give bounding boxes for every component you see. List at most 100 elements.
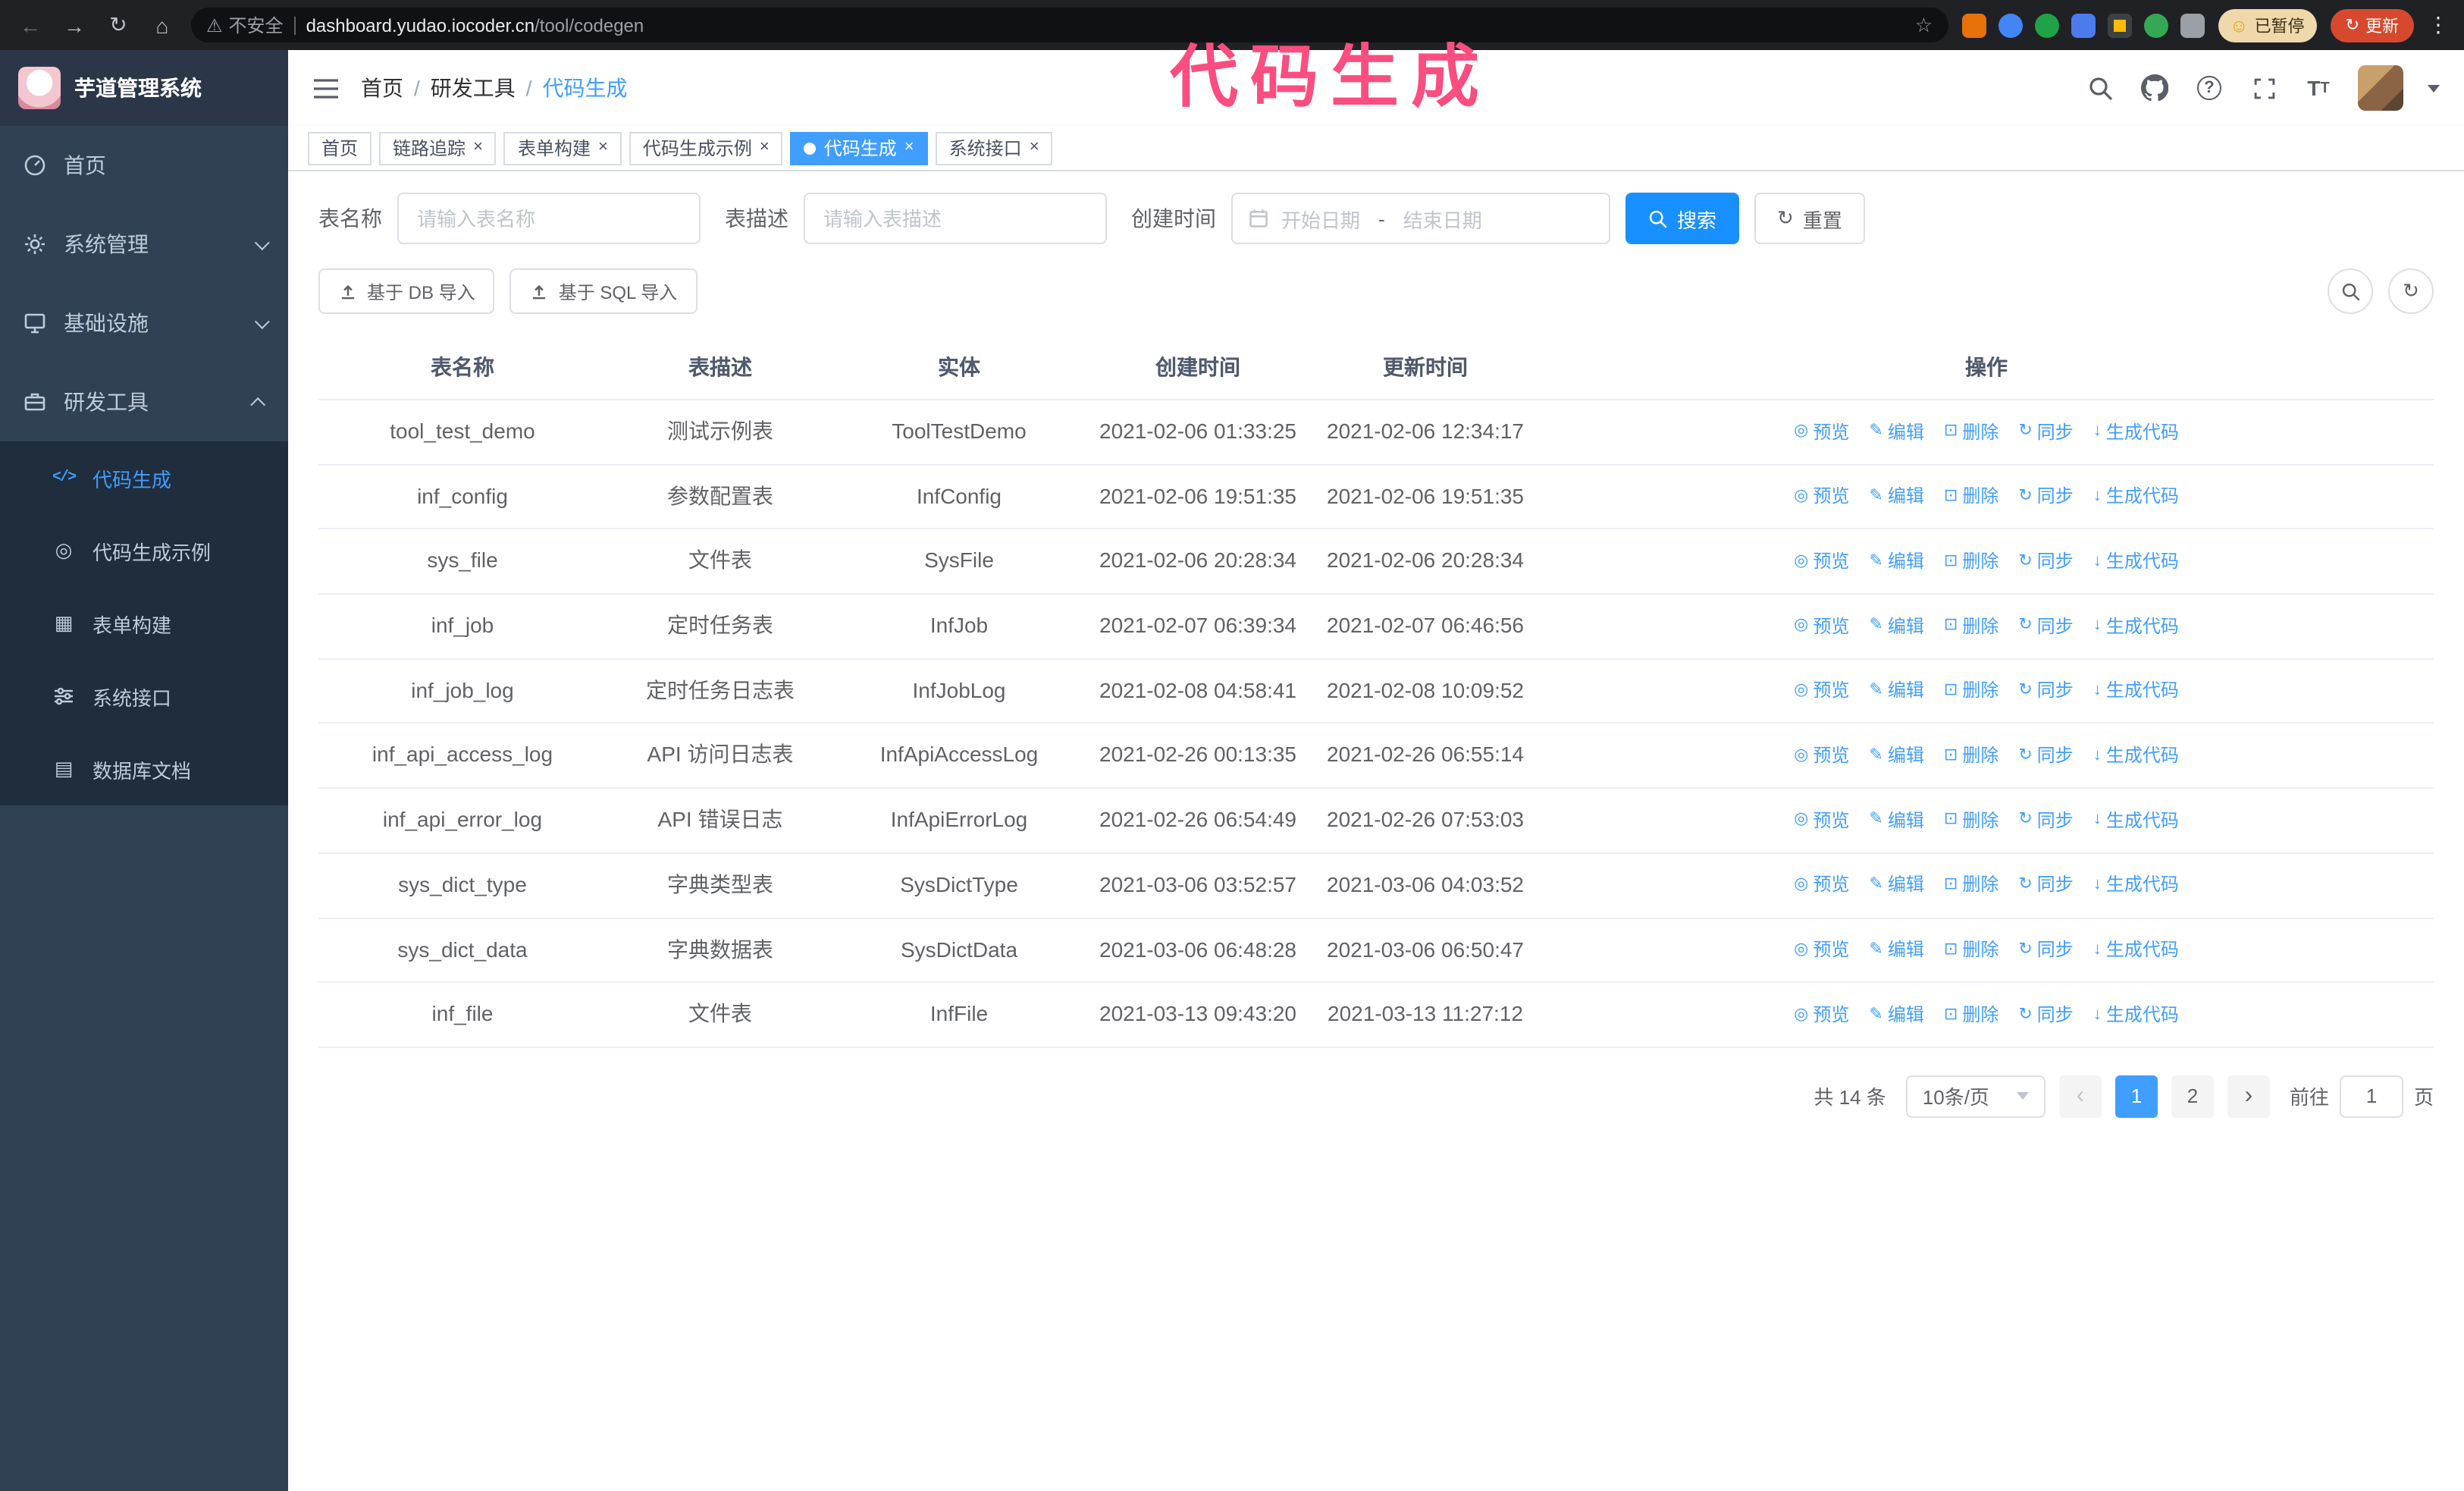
preview-link[interactable]: ◎ 预览 [1794,677,1849,705]
preview-link[interactable]: ◎ 预览 [1794,482,1849,510]
breadcrumb-home[interactable]: 首页 [361,73,403,103]
github-icon[interactable] [2140,73,2170,103]
generate-code-link[interactable]: ↓ 生成代码 [2093,936,2179,964]
sidebar-item-codegen[interactable]: </> 代码生成 [0,441,288,514]
edit-link[interactable]: ✎ 编辑 [1869,612,1923,640]
generate-code-link[interactable]: ↓ 生成代码 [2093,548,2179,576]
sidebar-item-devtools[interactable]: 研发工具 [0,363,288,441]
sidebar-item-infra[interactable]: 基础设施 [0,284,288,363]
chrome-update-button[interactable]: ↻ 更新 [2330,8,2414,42]
bookmark-star-icon[interactable]: ☆ [1915,13,1933,37]
tab-codegen[interactable]: 代码生成 × [790,131,928,165]
delete-link[interactable]: ⊡ 删除 [1944,871,1998,899]
delete-link[interactable]: ⊡ 删除 [1944,677,1998,705]
sidebar-logo[interactable]: 芋道管理系统 [0,50,288,126]
delete-link[interactable]: ⊡ 删除 [1944,418,1998,446]
tab-form-builder[interactable]: 表单构建 × [503,131,622,165]
tab-system-api[interactable]: 系统接口 × [935,131,1053,165]
generate-code-link[interactable]: ↓ 生成代码 [2093,806,2179,834]
sidebar-item-db-doc[interactable]: ▤ 数据库文档 [0,733,288,805]
extension-icon[interactable] [2143,13,2168,37]
edit-link[interactable]: ✎ 编辑 [1869,1000,1923,1028]
sync-link[interactable]: ↻ 同步 [2018,482,2073,510]
sync-link[interactable]: ↻ 同步 [2018,612,2073,640]
puzzle-icon[interactable] [2180,13,2205,37]
home-icon[interactable]: ⌂ [147,10,177,40]
prev-page-button[interactable]: ‹ [2058,1075,2102,1118]
table-name-input[interactable] [397,193,701,244]
close-icon[interactable]: × [1030,139,1039,156]
sidebar-item-home[interactable]: 首页 [0,126,288,205]
generate-code-link[interactable]: ↓ 生成代码 [2093,677,2179,705]
preview-link[interactable]: ◎ 预览 [1794,936,1849,964]
close-icon[interactable]: × [598,139,608,156]
forward-icon[interactable]: → [59,10,89,40]
preview-link[interactable]: ◎ 预览 [1794,418,1849,446]
extension-icon[interactable] [2034,13,2059,37]
delete-link[interactable]: ⊡ 删除 [1944,806,1998,834]
generate-code-link[interactable]: ↓ 生成代码 [2093,612,2179,640]
next-page-button[interactable]: › [2227,1075,2270,1118]
back-icon[interactable]: ← [15,10,45,40]
search-button[interactable]: 搜索 [1625,193,1740,244]
fullscreen-icon[interactable] [2249,73,2279,103]
close-icon[interactable]: × [760,139,770,156]
generate-code-link[interactable]: ↓ 生成代码 [2093,871,2179,899]
preview-link[interactable]: ◎ 预览 [1794,548,1849,576]
extension-icon[interactable] [2107,13,2132,37]
collapse-sidebar-icon[interactable] [312,77,340,99]
reload-icon[interactable]: ↻ [103,10,133,40]
toggle-search-button[interactable] [2328,268,2373,314]
edit-link[interactable]: ✎ 编辑 [1869,871,1923,899]
browser-menu-icon[interactable]: ⋮ [2428,12,2449,38]
goto-page-input[interactable] [2339,1075,2403,1118]
preview-link[interactable]: ◎ 预览 [1794,871,1849,899]
font-size-icon[interactable]: TT [2303,73,2334,103]
edit-link[interactable]: ✎ 编辑 [1869,936,1923,964]
generate-code-link[interactable]: ↓ 生成代码 [2093,482,2179,510]
sync-link[interactable]: ↻ 同步 [2018,418,2073,446]
sync-link[interactable]: ↻ 同步 [2018,548,2073,576]
extension-icon[interactable] [1998,13,2023,37]
edit-link[interactable]: ✎ 编辑 [1869,806,1923,834]
sidebar-item-system[interactable]: 系统管理 [0,205,288,284]
delete-link[interactable]: ⊡ 删除 [1944,1000,1998,1028]
sync-link[interactable]: ↻ 同步 [2018,871,2073,899]
page-2-button[interactable]: 2 [2171,1075,2214,1118]
tab-codegen-example[interactable]: 代码生成示例 × [629,131,783,165]
paused-badge[interactable]: ☺ 已暂停 [2218,8,2317,42]
generate-code-link[interactable]: ↓ 生成代码 [2093,418,2179,446]
page-size-select[interactable]: 10条/页 [1905,1075,2045,1118]
edit-link[interactable]: ✎ 编辑 [1869,677,1923,705]
preview-link[interactable]: ◎ 预览 [1794,1000,1849,1028]
edit-link[interactable]: ✎ 编辑 [1869,742,1923,770]
sidebar-item-codegen-example[interactable]: ◎ 代码生成示例 [0,514,288,587]
tab-home[interactable]: 首页 [308,131,372,165]
caret-down-icon[interactable] [2428,84,2440,92]
edit-link[interactable]: ✎ 编辑 [1869,418,1923,446]
refresh-table-button[interactable]: ↻ [2388,268,2434,314]
delete-link[interactable]: ⊡ 删除 [1944,548,1998,576]
delete-link[interactable]: ⊡ 删除 [1944,612,1998,640]
not-secure-warning[interactable]: ⚠ 不安全 [206,12,284,38]
generate-code-link[interactable]: ↓ 生成代码 [2093,742,2179,770]
import-db-button[interactable]: 基于 DB 导入 [318,268,495,314]
delete-link[interactable]: ⊡ 删除 [1944,936,1998,964]
sync-link[interactable]: ↻ 同步 [2018,806,2073,834]
tab-trace[interactable]: 链路追踪 × [379,131,497,165]
table-desc-input[interactable] [804,193,1107,244]
sync-link[interactable]: ↻ 同步 [2018,677,2073,705]
generate-code-link[interactable]: ↓ 生成代码 [2093,1000,2179,1028]
preview-link[interactable]: ◎ 预览 [1794,612,1849,640]
extension-icon[interactable] [1961,13,1986,37]
sidebar-item-form-builder[interactable]: ▦ 表单构建 [0,587,288,660]
url-bar[interactable]: ⚠ 不安全 dashboard.yudao.iocoder.cn/tool/co… [191,8,1948,42]
date-range-picker[interactable]: 开始日期 - 结束日期 [1231,193,1610,244]
edit-link[interactable]: ✎ 编辑 [1869,548,1923,576]
close-icon[interactable]: × [473,139,483,156]
delete-link[interactable]: ⊡ 删除 [1944,742,1998,770]
import-sql-button[interactable]: 基于 SQL 导入 [509,268,698,314]
sync-link[interactable]: ↻ 同步 [2018,936,2073,964]
breadcrumb-devtools[interactable]: 研发工具 [431,73,516,103]
preview-link[interactable]: ◎ 预览 [1794,742,1849,770]
